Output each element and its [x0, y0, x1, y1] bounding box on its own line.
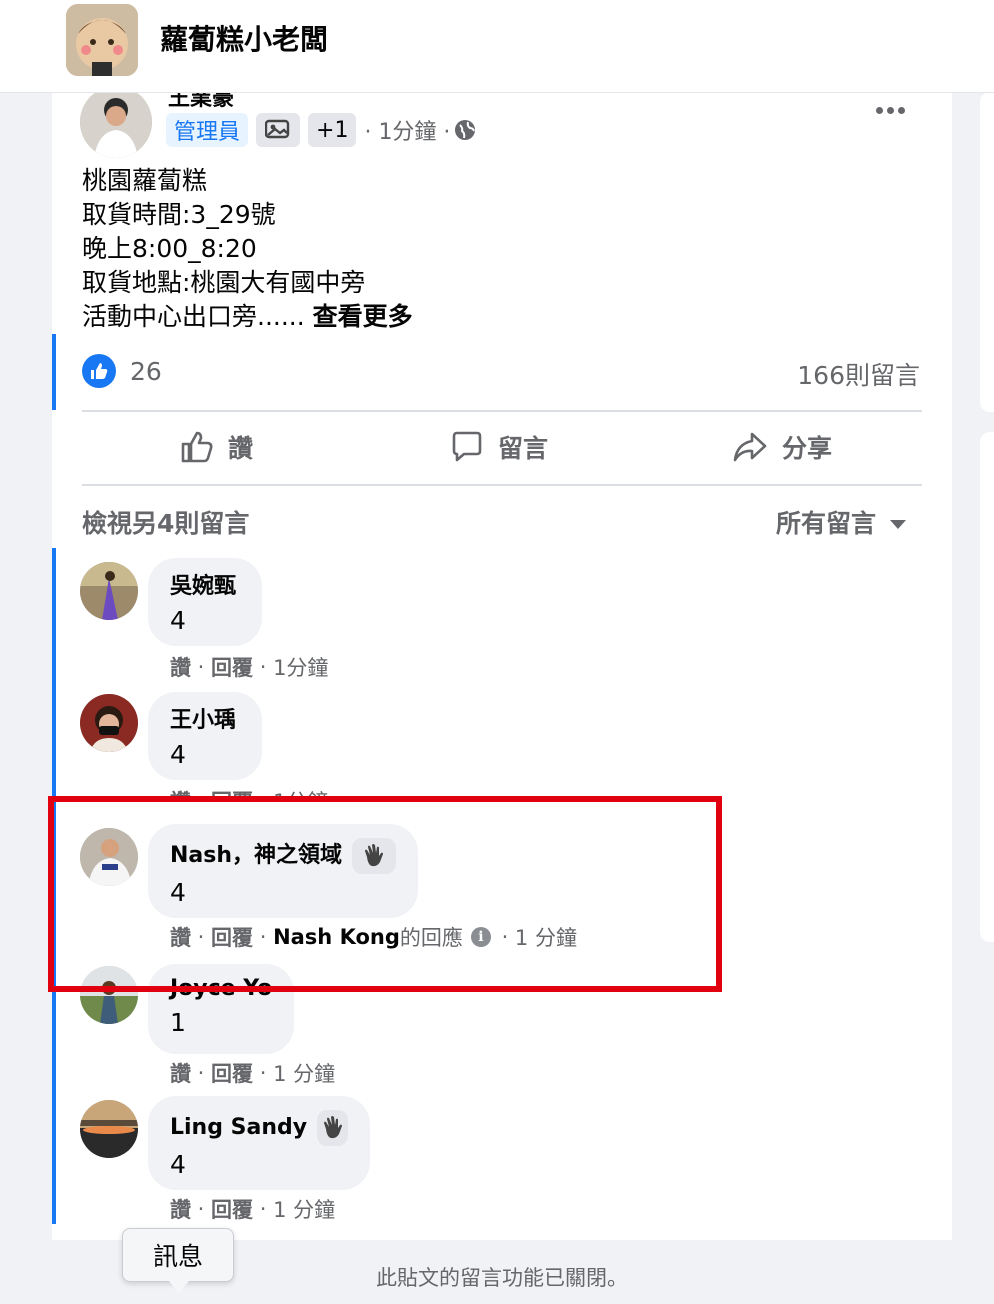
thumbs-up-icon	[181, 431, 213, 463]
comment-bubble: Nash，神之領域 4	[148, 824, 418, 918]
comment-like-link[interactable]: 讚	[170, 922, 191, 952]
author-name[interactable]: 王業豪	[168, 92, 234, 110]
comment-text: 4	[170, 740, 186, 769]
view-more-comments[interactable]: 檢視另4則留言	[82, 504, 249, 540]
like-button[interactable]: 讚	[180, 424, 253, 470]
comment-actions: 讚 · 回覆 · Nash Kong 的回應 i · 1 分鐘	[170, 922, 577, 952]
comment-time[interactable]: 1分鐘	[273, 786, 328, 800]
comment-bubble: Ling Sandy 4	[148, 1096, 370, 1190]
commenter-name[interactable]: 吳婉甄	[170, 572, 240, 602]
share-icon	[733, 432, 767, 462]
comment-actions: 讚 · 回覆 · 1分鐘	[170, 652, 328, 682]
comment-actions: 讚 · 回覆 · 1分鐘	[170, 786, 328, 800]
admin-badge[interactable]: 管理員	[166, 113, 249, 147]
share-label: 分享	[782, 434, 833, 463]
post-line: 取貨時間:3_29號	[82, 200, 276, 229]
responder-name[interactable]: Nash Kong	[273, 925, 400, 949]
comment-time[interactable]: 1 分鐘	[273, 1058, 335, 1088]
responder-suffix: 的回應	[399, 926, 463, 950]
group-header: 蘿蔔糕小老闆	[0, 0, 994, 93]
comment-actions: 讚 · 回覆 · 1 分鐘	[170, 1194, 335, 1224]
comment-like-link[interactable]: 讚	[170, 1194, 191, 1224]
comment-filter[interactable]: 所有留言	[776, 504, 907, 540]
comment-reply-link[interactable]: 回覆	[211, 652, 253, 682]
post-time[interactable]: · 1分鐘 ·	[364, 114, 450, 146]
commenter-avatar[interactable]	[80, 828, 138, 886]
comment-bubble: 王小瑀 4	[148, 692, 262, 780]
comment-label: 留言	[498, 434, 549, 463]
commenter-avatar[interactable]	[80, 1100, 138, 1158]
reactions-summary[interactable]: 26	[82, 354, 162, 388]
photo-badge-icon[interactable]	[256, 113, 301, 147]
comment-time[interactable]: 1 分鐘	[515, 922, 577, 952]
comment-like-link[interactable]: 讚	[170, 652, 191, 682]
side-card-fragment	[980, 92, 994, 412]
comment-count[interactable]: 166則留言	[797, 356, 920, 392]
commenter-name-text[interactable]: Nash，神之領域	[170, 841, 342, 871]
messages-tooltip: 訊息	[122, 1228, 234, 1293]
focus-indicator	[52, 334, 56, 410]
comment-icon	[452, 431, 482, 462]
wave-hand-icon[interactable]	[317, 1110, 348, 1146]
globe-icon	[454, 119, 476, 141]
commenter-avatar[interactable]	[80, 562, 138, 620]
commenter-avatar[interactable]	[80, 966, 138, 1024]
post-line: 桃園蘿蔔糕	[82, 166, 208, 195]
side-card-fragment	[980, 432, 994, 942]
comment-like-link[interactable]: 讚	[170, 1058, 191, 1088]
focus-indicator	[52, 548, 56, 1224]
see-more-link[interactable]: 查看更多	[313, 302, 413, 331]
comment-actions: 讚 · 回覆 · 1 分鐘	[170, 1058, 335, 1088]
commenter-name[interactable]: 王小瑀	[170, 706, 240, 736]
more-options-icon[interactable]	[868, 96, 912, 124]
divider	[82, 484, 922, 486]
info-icon[interactable]: i	[470, 927, 491, 947]
post-body: 桃園蘿蔔糕 取貨時間:3_29號 晚上8:00_8:20 取貨地點:桃園大有國中…	[82, 164, 902, 334]
like-label: 讚	[228, 434, 254, 463]
comment-bubble: Joyce Yo 1	[148, 964, 294, 1054]
comment-text: 1	[170, 1008, 186, 1037]
comment-reply-link[interactable]: 回覆	[211, 786, 253, 800]
post-line: 活動中心出口旁......	[82, 302, 305, 331]
share-button[interactable]: 分享	[732, 424, 832, 470]
group-avatar[interactable]	[66, 4, 138, 76]
comment-like-link[interactable]: 讚	[170, 786, 191, 800]
commenter-name-text[interactable]: Ling Sandy	[170, 1113, 307, 1143]
comment-time[interactable]: 1分鐘	[273, 652, 328, 682]
post-line: 取貨地點:桃園大有國中旁	[82, 268, 366, 297]
like-reaction-icon	[82, 354, 116, 388]
group-name[interactable]: 蘿蔔糕小老闆	[160, 18, 328, 58]
author-avatar[interactable]	[80, 86, 152, 158]
comment-text: 4	[170, 878, 186, 907]
commenter-name[interactable]: Ling Sandy	[170, 1110, 348, 1146]
comment-text: 4	[170, 1150, 186, 1179]
comment-reply-link[interactable]: 回覆	[211, 1194, 253, 1224]
comment-reply-link[interactable]: 回覆	[211, 1058, 253, 1088]
caret-down-icon	[890, 519, 907, 529]
comment-time[interactable]: 1 分鐘	[273, 1194, 335, 1224]
commenter-name[interactable]: Nash，神之領域	[170, 838, 396, 874]
commenter-avatar[interactable]	[80, 694, 138, 752]
post-meta: 管理員 +1 · 1分鐘 ·	[166, 112, 476, 148]
comment-reply-link[interactable]: 回覆	[211, 922, 253, 952]
comment-text: 4	[170, 606, 186, 635]
commenter-name[interactable]: Joyce Yo	[170, 974, 272, 1004]
plus-badge[interactable]: +1	[308, 113, 357, 147]
wave-hand-icon[interactable]	[352, 838, 396, 874]
divider	[82, 410, 922, 412]
post-line: 晚上8:00_8:20	[82, 234, 257, 263]
comment-button[interactable]: 留言	[450, 424, 548, 470]
comment-filter-label: 所有留言	[776, 509, 877, 538]
comment-bubble: 吳婉甄 4	[148, 558, 262, 646]
like-count: 26	[130, 356, 162, 386]
